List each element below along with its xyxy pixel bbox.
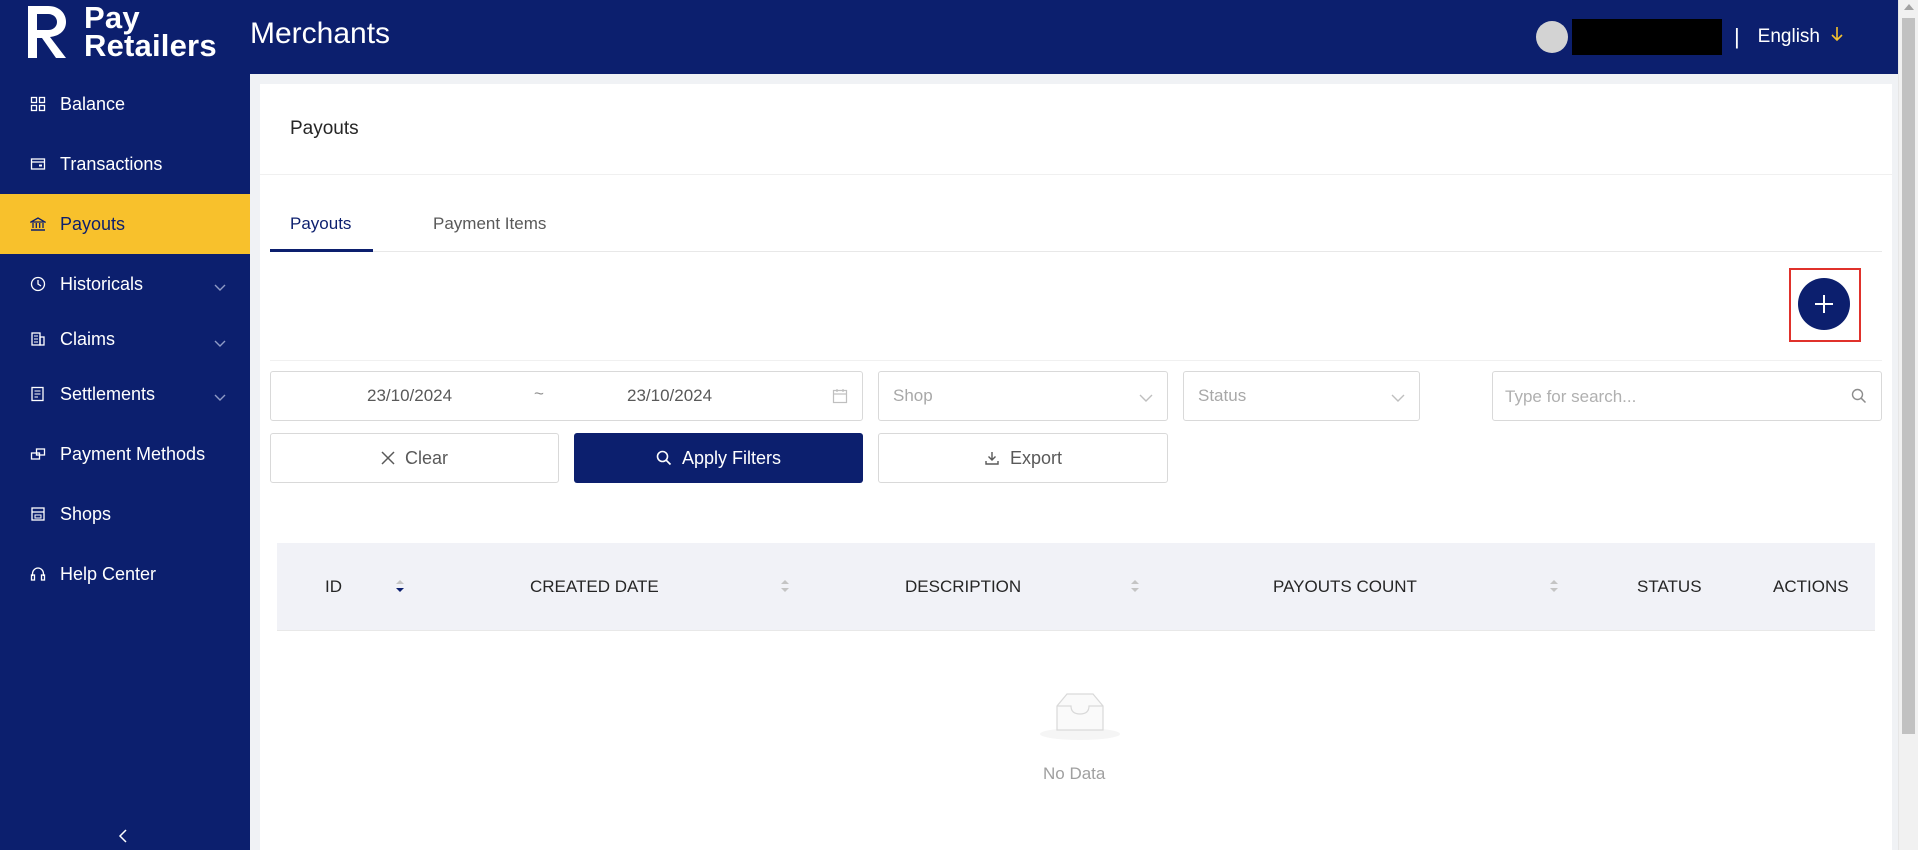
sidebar-item-transactions[interactable]: Transactions [0,134,250,194]
chevron-down-icon [1139,390,1153,408]
page-title: Payouts [290,118,359,139]
building-icon [30,331,46,347]
search-box[interactable] [1492,371,1882,421]
arrow-down-icon [1830,26,1844,48]
clock-icon [30,276,46,292]
column-header-payouts-count[interactable]: PAYOUTS COUNT [1273,577,1417,597]
sidebar-item-label: Help Center [60,563,157,584]
shop-placeholder: Shop [893,386,933,405]
main-content: Payouts Payouts Payment Items 23/10/2024… [250,74,1898,850]
sidebar-item-help-center[interactable]: Help Center [0,544,250,604]
sidebar-item-label: Payment Methods [60,443,206,464]
date-start-input[interactable]: 23/10/2024 [367,386,452,406]
download-icon [984,450,1000,466]
grid-icon [30,96,46,112]
column-header-actions: ACTIONS [1773,577,1849,596]
bank-icon [30,216,46,232]
cards-icon [30,446,46,462]
date-range-picker[interactable]: 23/10/2024 ~ 23/10/2024 [270,371,863,421]
date-end-input[interactable]: 23/10/2024 [627,386,712,406]
sidebar-item-payment-methods[interactable]: Payment Methods [0,424,250,484]
empty-state-text: No Data [1043,764,1106,783]
search-icon [656,450,672,466]
column-header-description[interactable]: DESCRIPTION [905,577,1021,597]
sort-icon[interactable] [395,578,405,594]
app-title: Merchants [250,17,391,50]
sort-icon[interactable] [1549,578,1559,594]
date-range-separator: ~ [534,384,544,403]
apply-filters-button[interactable]: Apply Filters [574,433,863,483]
clear-button-label: Clear [404,447,448,468]
status-placeholder: Status [1198,386,1247,405]
headset-icon [30,566,46,582]
search-input[interactable] [1505,384,1835,410]
sidebar-item-label: Settlements [60,383,156,404]
clear-button[interactable]: Clear [270,433,559,483]
divider [270,360,1882,361]
sidebar-item-historicals[interactable]: Historicals [0,254,250,314]
export-button-label: Export [1009,447,1063,468]
tab-payouts[interactable]: Payouts [290,196,351,251]
empty-inbox-icon [1035,684,1125,749]
status-select[interactable]: Status [1183,371,1420,421]
sidebar-item-payouts[interactable]: Payouts [0,194,250,254]
header-separator: | [1733,24,1740,49]
user-area: | English [1535,18,1844,56]
sidebar: Balance Transactions Payouts Historicals… [0,74,250,850]
close-icon [381,451,395,465]
apply-filters-label: Apply Filters [681,447,782,468]
logo-text-retailers: Retailers [84,28,217,63]
wallet-icon [30,156,46,172]
divider [260,174,1892,175]
language-label: English [1757,26,1820,47]
vertical-scrollbar[interactable] [1898,0,1918,850]
ledger-icon [30,386,46,402]
sidebar-item-label: Balance [60,93,126,114]
plus-icon [1823,295,1825,313]
sidebar-item-settlements[interactable]: Settlements [0,364,250,424]
redacted-username[interactable] [1571,19,1722,55]
shop-select[interactable]: Shop [878,371,1168,421]
sidebar-item-claims[interactable]: Claims [0,314,250,364]
column-header-created-date[interactable]: CREATED DATE [530,577,659,597]
sidebar-item-balance[interactable]: Balance [0,74,250,134]
export-button[interactable]: Export [878,433,1168,483]
content-card: Payouts Payouts Payment Items 23/10/2024… [260,84,1892,850]
pay-retailers-logo[interactable]: Pay Retailers [24,2,226,62]
calendar-icon [832,388,848,409]
sort-icon[interactable] [1130,578,1140,594]
tab-payment-items[interactable]: Payment Items [433,196,546,251]
column-header-status: STATUS [1637,577,1702,596]
chevron-down-icon [214,386,226,407]
sidebar-item-label: Claims [60,328,116,349]
chevron-left-icon[interactable] [116,828,132,844]
tab-bar: Payouts Payment Items [270,196,1882,252]
sidebar-item-shops[interactable]: Shops [0,484,250,544]
sidebar-item-label: Transactions [60,153,163,174]
sidebar-item-label: Shops [60,503,112,524]
active-tab-indicator [270,249,373,252]
chevron-down-icon [214,332,226,353]
scrollbar-thumb[interactable] [1902,18,1915,734]
search-icon [1851,388,1867,409]
add-payout-button[interactable] [1798,278,1850,330]
logo-r-icon [28,6,66,58]
sidebar-item-label: Historicals [60,273,144,294]
table-header: ID CREATED DATE DESCRIPTION PAYOUTS COUN… [277,543,1875,631]
sort-icon[interactable] [780,578,790,594]
chevron-down-icon [214,276,226,297]
top-header: Pay Retailers Merchants | English [0,0,1898,74]
sidebar-item-label: Payouts [60,213,126,234]
column-header-id[interactable]: ID [325,577,342,597]
language-selector[interactable]: English [1758,26,1844,48]
chevron-down-icon [1391,390,1405,408]
store-icon [30,506,46,522]
avatar[interactable] [1535,21,1568,53]
scroll-up-arrow-icon[interactable] [1904,4,1914,10]
